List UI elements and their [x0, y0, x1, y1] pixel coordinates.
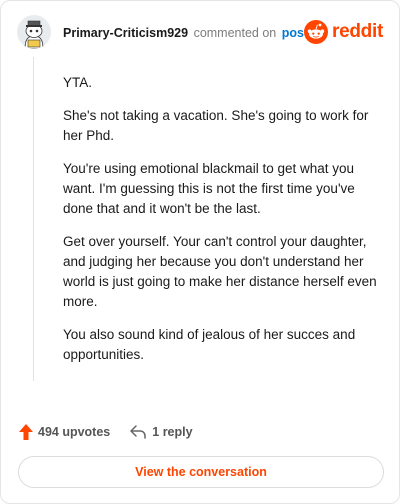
brand-wordmark: reddit: [332, 21, 383, 42]
thread-line: [33, 57, 34, 381]
username[interactable]: Primary-Criticism929: [63, 26, 188, 40]
comment-paragraph: She's not taking a vacation. She's going…: [63, 108, 369, 143]
comment-meta: Primary-Criticism929 commented on post: [63, 26, 308, 40]
comment-body: YTA. She's not taking a vacation. She's …: [63, 73, 381, 378]
reply-count: 1 reply: [152, 425, 193, 439]
upvote-count: 494 upvotes: [38, 425, 111, 439]
action-text: commented on: [193, 26, 277, 40]
snoo-avatar-icon: [17, 15, 51, 49]
reddit-snoo-icon: [304, 20, 329, 44]
reply-arrow-icon: [130, 425, 147, 439]
embedded-comment-card: Primary-Criticism929 commented on post r…: [0, 0, 400, 504]
comment-paragraph: You're using emotional blackmail to get …: [63, 161, 355, 216]
avatar[interactable]: [17, 15, 51, 49]
upvote-arrow-icon: [19, 424, 33, 440]
reddit-logo[interactable]: reddit: [304, 19, 383, 45]
comment-header: Primary-Criticism929 commented on post r…: [17, 15, 383, 53]
comment-paragraph: You also sound kind of jealous of her su…: [63, 327, 356, 362]
comment-paragraph: Get over yourself. Your can't control yo…: [63, 234, 377, 309]
reply-button[interactable]: 1 reply: [130, 425, 193, 439]
comment-footer: 494 upvotes 1 reply: [19, 421, 193, 443]
comment-paragraph: YTA.: [63, 75, 93, 90]
view-conversation-button[interactable]: View the conversation: [18, 456, 384, 488]
upvote-button[interactable]: 494 upvotes: [19, 424, 110, 440]
